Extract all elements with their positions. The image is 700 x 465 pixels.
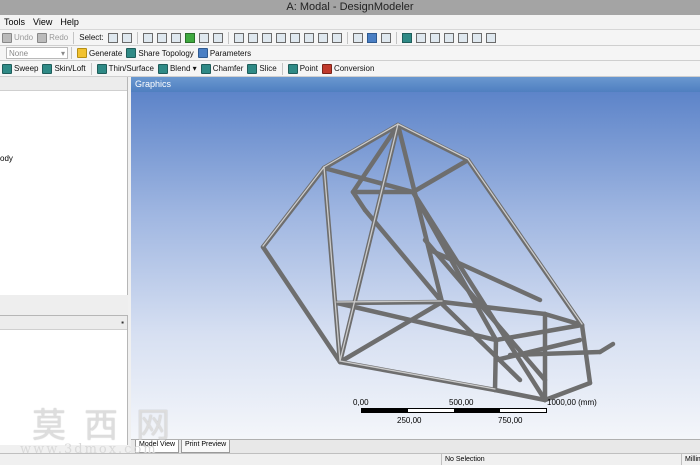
parameters-icon	[197, 48, 208, 58]
modeling-toolbar: Sweep Skin/Loft Thin/Surface Blend ▾ Cha…	[0, 61, 700, 77]
divider	[281, 62, 283, 75]
scale-ruler	[361, 408, 547, 413]
select-pointer-icon[interactable]	[107, 32, 118, 43]
rotate-icon[interactable]	[233, 32, 244, 43]
lightning-icon	[77, 48, 87, 58]
status-selection: No Selection	[441, 454, 681, 465]
zoom-out-icon[interactable]	[317, 32, 328, 43]
chamfer-icon	[200, 63, 211, 74]
tab-print-preview[interactable]: Print Preview	[181, 440, 231, 453]
edge-direction-icon[interactable]	[457, 32, 468, 43]
measure-icon[interactable]	[471, 32, 482, 43]
thinsurface-icon	[96, 63, 107, 74]
generate-button[interactable]: Generate	[75, 46, 124, 60]
plane-combo[interactable]: None ▾	[6, 47, 68, 59]
point-button[interactable]: Point	[286, 62, 320, 76]
display-edges-icon[interactable]	[415, 32, 426, 43]
window-title: A: Modal - DesignModeler	[286, 1, 414, 13]
status-bar: No Selection Millim	[0, 453, 700, 465]
scale-label-1000: 1000,00 (mm)	[547, 398, 597, 407]
menu-tools[interactable]: Tools	[4, 17, 25, 27]
scale-label-250: 250,00	[397, 416, 422, 425]
panel-splitter[interactable]	[0, 295, 128, 315]
pin-icon[interactable]: ▪	[121, 318, 124, 327]
blend-icon	[157, 63, 168, 74]
divider	[346, 31, 348, 44]
redo-icon	[37, 32, 48, 43]
divider	[136, 31, 138, 44]
tree-outline-panel: ody	[0, 77, 128, 295]
skinloft-icon	[42, 63, 53, 74]
thinsurface-button[interactable]: Thin/Surface	[95, 62, 156, 76]
share-topology-icon	[126, 48, 137, 58]
extend-selection-icon[interactable]	[198, 32, 209, 43]
edge-coloring-icon[interactable]	[443, 32, 454, 43]
undo-button[interactable]: Undo	[0, 31, 35, 45]
sweep-button[interactable]: Sweep	[0, 62, 40, 76]
graphics-header: Graphics	[131, 77, 700, 92]
select-points-icon[interactable]	[142, 32, 153, 43]
pan-icon[interactable]	[247, 32, 258, 43]
zoom-fit-icon[interactable]	[289, 32, 300, 43]
sweep-icon	[2, 63, 12, 74]
magnifier-icon[interactable]	[331, 32, 342, 43]
divider	[395, 31, 397, 44]
select-edges-icon[interactable]	[156, 32, 167, 43]
zoom-box-icon[interactable]	[275, 32, 286, 43]
title-bar: A: Modal - DesignModeler	[0, 0, 700, 15]
skinloft-button[interactable]: Skin/Loft	[40, 62, 87, 76]
divider	[90, 62, 92, 75]
box-select-icon[interactable]	[212, 32, 223, 43]
tree-item-body[interactable]: ody	[0, 154, 13, 163]
chamfer-button[interactable]: Chamfer	[199, 62, 246, 76]
tree-header	[0, 77, 127, 91]
share-topology-button[interactable]: Share Topology	[124, 46, 195, 60]
conversion-icon	[321, 63, 332, 74]
redo-button[interactable]: Redo	[35, 31, 70, 45]
chevron-down-icon: ▾	[190, 64, 197, 73]
scale-label-750: 750,00	[498, 416, 523, 425]
graphics-viewport[interactable]: 0,00 500,00 1000,00 (mm) 250,00 750,00	[131, 92, 700, 439]
look-at-icon[interactable]	[352, 32, 363, 43]
display-points-icon[interactable]	[380, 32, 391, 43]
select-mode-icon[interactable]	[121, 32, 132, 43]
point-icon	[287, 63, 298, 74]
chevron-down-icon: ▾	[60, 48, 65, 58]
display-vertex-icon[interactable]	[429, 32, 440, 43]
slice-button[interactable]: Slice	[245, 62, 278, 76]
details-header: ▪	[0, 316, 127, 330]
blend-button[interactable]: Blend ▾	[156, 62, 199, 76]
menu-view[interactable]: View	[33, 17, 52, 27]
conversion-button[interactable]: Conversion	[320, 62, 376, 76]
tab-model-view[interactable]: Model View	[135, 440, 180, 453]
feature-toolbar: None ▾ Generate Share Topology Parameters	[0, 46, 700, 61]
slice-icon	[247, 63, 258, 74]
roll-cage-model	[260, 122, 616, 403]
scale-label-500: 500,00	[449, 398, 474, 407]
divider	[227, 31, 229, 44]
parameters-button[interactable]: Parameters	[196, 46, 253, 60]
main-toolbar: Undo Redo Select:	[0, 30, 700, 46]
display-model-icon[interactable]	[366, 32, 377, 43]
menu-bar: Tools View Help	[0, 15, 700, 30]
status-units: Millim	[681, 454, 700, 465]
divider	[71, 47, 72, 59]
zoom-in-icon[interactable]	[303, 32, 314, 43]
select-faces-icon[interactable]	[170, 32, 181, 43]
zoom-icon[interactable]	[261, 32, 272, 43]
select-label: Select:	[79, 33, 104, 42]
sketch-icon[interactable]	[485, 32, 496, 43]
undo-icon	[2, 32, 12, 43]
menu-help[interactable]: Help	[60, 17, 79, 27]
scale-label-0: 0,00	[353, 398, 369, 407]
select-bodies-icon[interactable]	[184, 32, 195, 43]
divider	[73, 31, 75, 44]
view-tabs: Model View Print Preview	[131, 439, 700, 453]
details-view-panel: ▪	[0, 315, 128, 445]
display-plane-icon[interactable]	[401, 32, 412, 43]
